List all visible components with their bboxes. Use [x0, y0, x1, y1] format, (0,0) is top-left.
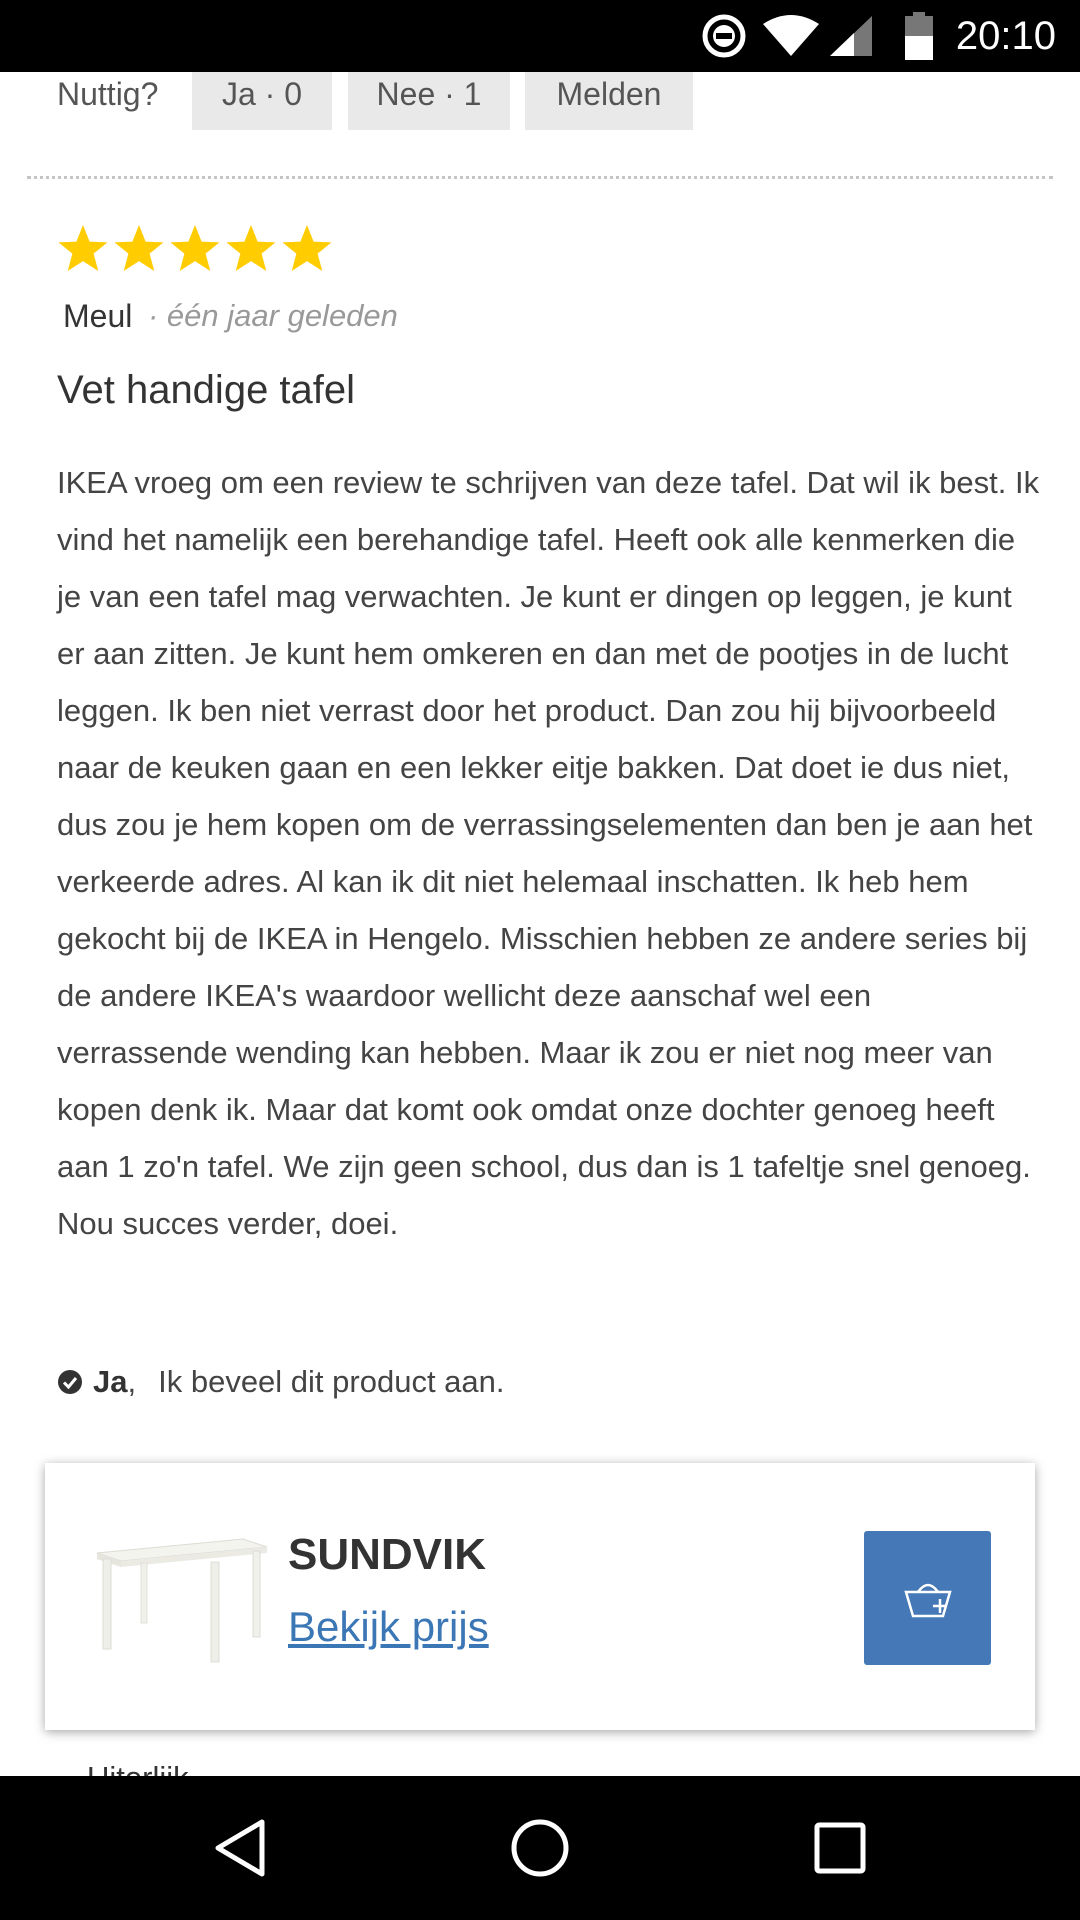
review-text: IKEA vroeg om een review te schrijven va…	[57, 465, 1040, 1241]
review-divider	[27, 176, 1053, 179]
recommendation: Ja, Ik beveel dit product aan.	[57, 1362, 505, 1402]
star-icon	[170, 225, 220, 271]
star-rating	[55, 218, 335, 282]
back-button[interactable]	[170, 1776, 310, 1920]
star-icon	[58, 225, 108, 271]
cell-signal-icon	[830, 16, 872, 56]
product-image[interactable]	[93, 1529, 269, 1665]
reviewer-name: Meul	[63, 298, 133, 334]
review-title: Vet handige tafel	[57, 368, 356, 412]
back-icon	[215, 1819, 265, 1877]
vote-yes-button[interactable]: Ja · 0	[192, 72, 332, 130]
status-bar: 20:10	[0, 0, 1080, 72]
review-date: · één jaar geleden	[148, 298, 398, 333]
home-icon	[511, 1819, 569, 1877]
review-body: IKEA vroeg om een review te schrijven va…	[57, 454, 1047, 1252]
review-page: Nuttig? Ja · 0 Nee · 1 Melden Meul · één…	[0, 72, 1080, 1776]
do-not-disturb-icon	[702, 14, 746, 58]
helpful-label: Nuttig?	[57, 76, 159, 112]
home-button[interactable]	[470, 1776, 610, 1920]
status-time: 20:10	[955, 14, 1056, 58]
add-to-cart-button[interactable]	[864, 1531, 991, 1665]
add-to-cart-icon	[903, 1583, 952, 1618]
star-icon	[226, 225, 276, 271]
wifi-icon	[763, 15, 819, 56]
navigation-bar	[0, 1776, 1080, 1920]
recents-icon	[814, 1822, 866, 1874]
product-name: SUNDVIK	[288, 1530, 487, 1579]
report-button[interactable]: Melden	[525, 72, 693, 130]
battery-icon	[905, 12, 933, 60]
recents-button[interactable]	[770, 1776, 910, 1920]
product-card[interactable]: SUNDVIK Bekijk prijs	[45, 1463, 1035, 1730]
recommend-comma: ,	[127, 1364, 137, 1399]
view-price-link[interactable]: Bekijk prijs	[288, 1601, 489, 1653]
star-icon	[282, 225, 332, 271]
vote-no-button[interactable]: Nee · 1	[348, 72, 510, 130]
helpful-row: Nuttig? Ja · 0 Nee · 1 Melden	[0, 72, 1080, 158]
star-icon	[114, 225, 164, 271]
recommend-text: Ik beveel dit product aan.	[158, 1364, 505, 1399]
next-section-heading: Uiterlijk	[87, 1758, 189, 1776]
check-circle-icon	[58, 1370, 82, 1394]
recommend-yes: Ja	[93, 1364, 128, 1399]
